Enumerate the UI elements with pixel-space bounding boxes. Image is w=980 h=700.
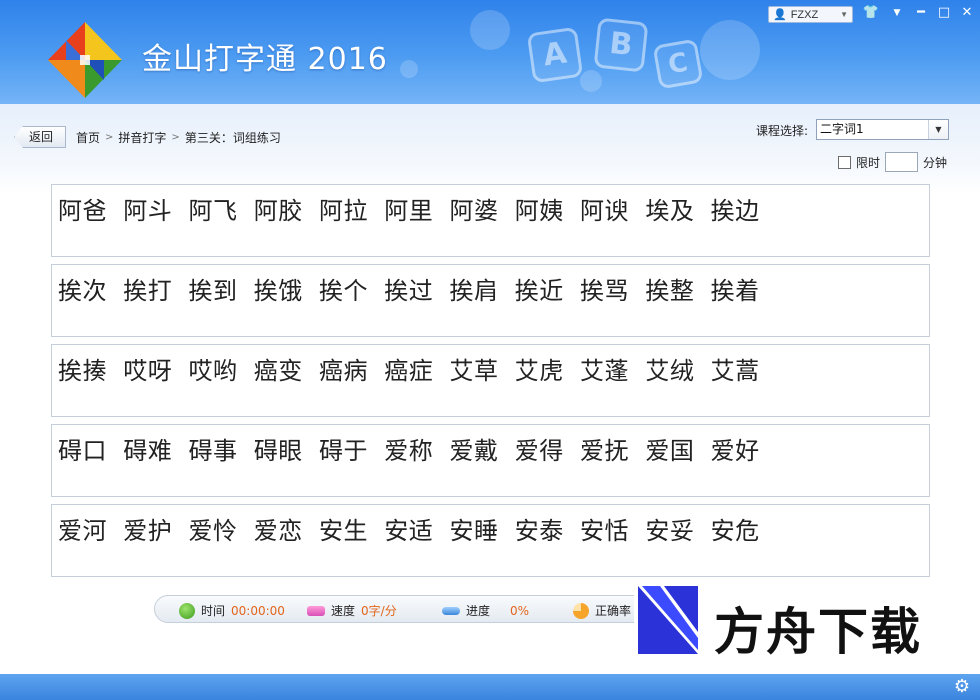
main-content: 返回 首页 > 拼音打字 > 第三关：词组练习 课程选择: 二字词1 ▼ 限时 … xyxy=(0,104,980,674)
time-limit-checkbox[interactable] xyxy=(838,156,851,169)
practice-line[interactable]: 阿爸 阿斗 阿飞 阿胶 阿拉 阿里 阿婆 阿姨 阿谀 埃及 挨边 xyxy=(51,184,930,257)
user-icon: 👤 xyxy=(773,9,787,21)
stat-speed-label: 速度 xyxy=(331,604,356,618)
practice-line-text: 挨次 挨打 挨到 挨饿 挨个 挨过 挨肩 挨近 挨骂 挨整 挨着 xyxy=(58,277,760,305)
menu-button[interactable]: ▼ xyxy=(886,3,908,23)
chevron-right-icon: > xyxy=(105,132,114,143)
decorative-bubble xyxy=(580,70,602,92)
user-name: FZXZ xyxy=(790,8,819,21)
course-select-value: 二字词1 xyxy=(820,122,864,136)
maximize-button[interactable]: □ xyxy=(933,3,955,23)
stat-progress-label: 进度 xyxy=(466,604,491,618)
status-footer: ⚙ xyxy=(0,674,980,700)
clock-icon xyxy=(179,602,195,619)
chevron-right-icon: > xyxy=(171,132,180,143)
chevron-down-icon: ▼ xyxy=(840,10,848,19)
user-account-dropdown[interactable]: 👤 FZXZ ▼ xyxy=(768,6,853,23)
pie-chart-icon xyxy=(573,602,589,619)
gear-icon[interactable]: ⚙ xyxy=(954,676,970,697)
stat-progress: 进度 0% xyxy=(442,602,529,619)
stat-speed-value: 0字/分 xyxy=(361,604,397,618)
app-logo-icon xyxy=(48,22,122,98)
watermark-logo-icon xyxy=(634,584,700,656)
stats-bar: 时间 00:00:00 速度 0字/分 进度 0% 正确率 xyxy=(154,595,654,623)
letter-block-a: A xyxy=(526,26,584,84)
stat-accuracy: 正确率 xyxy=(573,602,631,619)
breadcrumb-pinyin[interactable]: 拼音打字 xyxy=(118,129,166,146)
stat-progress-value: 0% xyxy=(510,603,530,618)
stat-time-value: 00:00:00 xyxy=(231,603,285,618)
time-limit-input[interactable] xyxy=(885,152,918,172)
time-limit-label: 限时 xyxy=(856,156,881,170)
course-select[interactable]: 二字词1 ▼ xyxy=(816,119,949,140)
practice-line-text: 挨揍 哎呀 哎哟 癌变 癌病 癌症 艾草 艾虎 艾蓬 艾绒 艾蒿 xyxy=(58,357,760,385)
stat-time: 时间 00:00:00 xyxy=(179,602,285,619)
letter-block-b: B xyxy=(593,17,649,73)
breadcrumb: 首页 > 拼音打字 > 第三关：词组练习 xyxy=(76,129,281,146)
course-select-label: 课程选择: xyxy=(756,124,809,138)
decorative-bubble xyxy=(400,60,418,78)
stat-time-label: 时间 xyxy=(201,604,226,618)
watermark-text: 方舟下载 xyxy=(714,603,922,661)
practice-line[interactable]: 碍口 碍难 碍事 碍眼 碍于 爱称 爱戴 爱得 爱抚 爱国 爱好 xyxy=(51,424,930,497)
progress-icon xyxy=(442,606,460,615)
skin-button[interactable]: 👕 xyxy=(860,3,882,23)
breadcrumb-home[interactable]: 首页 xyxy=(76,129,100,146)
title-bar: A B C 金山打字通 2016 👤 FZXZ ▼ 👕 ▼ ━ □ ✕ xyxy=(0,0,980,104)
minimize-button[interactable]: ━ xyxy=(910,3,932,23)
practice-line-text: 碍口 碍难 碍事 碍眼 碍于 爱称 爱戴 爱得 爱抚 爱国 爱好 xyxy=(58,437,760,465)
practice-line-text: 爱河 爱护 爱怜 爱恋 安生 安适 安睡 安泰 安恬 安妥 安危 xyxy=(58,517,760,545)
close-button[interactable]: ✕ xyxy=(956,3,978,23)
practice-line[interactable]: 挨次 挨打 挨到 挨饿 挨个 挨过 挨肩 挨近 挨骂 挨整 挨着 xyxy=(51,264,930,337)
practice-line[interactable]: 挨揍 哎呀 哎哟 癌变 癌病 癌症 艾草 艾虎 艾蓬 艾绒 艾蒿 xyxy=(51,344,930,417)
speed-icon xyxy=(307,605,325,616)
practice-line-text: 阿爸 阿斗 阿飞 阿胶 阿拉 阿里 阿婆 阿姨 阿谀 埃及 挨边 xyxy=(58,197,760,225)
decorative-bubble xyxy=(700,20,760,80)
stat-accuracy-label: 正确率 xyxy=(595,604,632,618)
app-title: 金山打字通 2016 xyxy=(142,42,388,77)
practice-line[interactable]: 爱河 爱护 爱怜 爱恋 安生 安适 安睡 安泰 安恬 安妥 安危 xyxy=(51,504,930,577)
chevron-down-icon: ▼ xyxy=(928,120,948,139)
back-button[interactable]: 返回 xyxy=(14,126,66,148)
stat-speed: 速度 0字/分 xyxy=(307,602,397,619)
time-limit-unit: 分钟 xyxy=(923,156,948,170)
breadcrumb-current: 第三关：词组练习 xyxy=(184,131,281,145)
letter-block-c: C xyxy=(652,38,704,90)
decorative-bubble xyxy=(470,10,510,50)
